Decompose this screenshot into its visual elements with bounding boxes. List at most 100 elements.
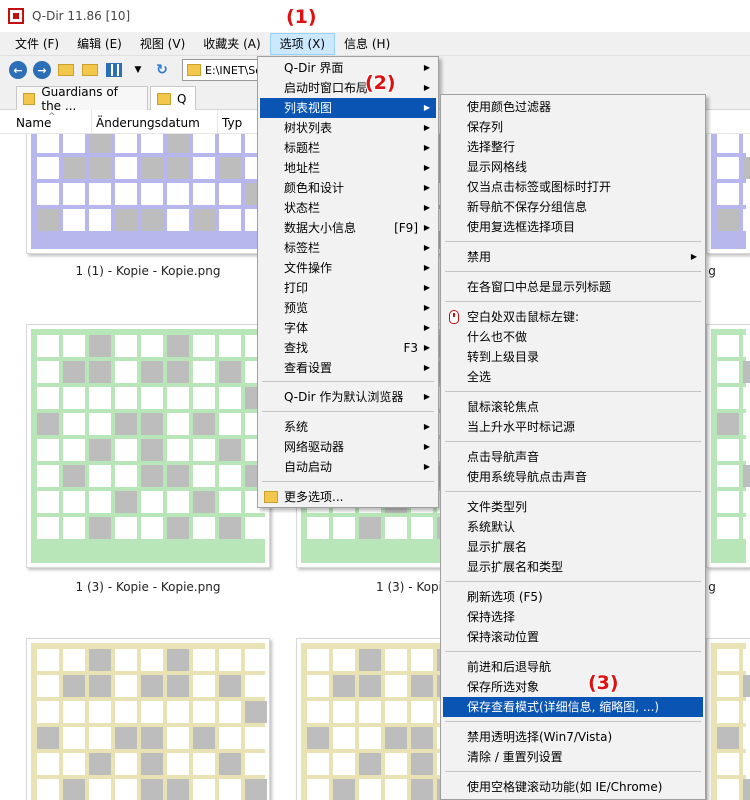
menu-item[interactable]: 鼠标滚轮焦点 bbox=[443, 397, 703, 417]
thumbnail-cell bbox=[193, 183, 215, 205]
menu-item[interactable]: 显示网格线 bbox=[443, 157, 703, 177]
thumbnail-cell bbox=[219, 413, 241, 435]
menu-item[interactable]: 转到上级目录 bbox=[443, 347, 703, 367]
thumbnail-cell bbox=[717, 465, 739, 487]
thumbnail-cell bbox=[193, 157, 215, 179]
thumbnail-cell bbox=[115, 727, 137, 749]
menu-item[interactable]: 查看设置 ▶ bbox=[260, 358, 436, 378]
menu-item[interactable]: 启动时窗口布局 ▶ bbox=[260, 78, 436, 98]
view-mode-button[interactable] bbox=[104, 60, 124, 80]
menu-item[interactable]: 更多选项... bbox=[260, 487, 436, 507]
menu-item[interactable]: 列表视图 ▶ bbox=[260, 98, 436, 118]
new-folder-button[interactable] bbox=[80, 60, 100, 80]
menu-item[interactable]: Q-Dir 作为默认浏览器 ▶ bbox=[260, 387, 436, 407]
menu-item[interactable]: 系统默认 bbox=[443, 517, 703, 537]
menu-item[interactable]: 清除 / 重置列设置 bbox=[443, 747, 703, 767]
thumbnail-cell bbox=[743, 157, 750, 179]
menu-item[interactable]: 保存查看模式(详细信息, 缩略图, ...) bbox=[443, 697, 703, 717]
menu-item[interactable]: Q-Dir 界面 ▶ bbox=[260, 58, 436, 78]
menu-item-label: 使用复选框选择项目 bbox=[467, 220, 576, 234]
menu-item[interactable]: 保持选择 bbox=[443, 607, 703, 627]
menu-item[interactable]: 新导航不保存分组信息 bbox=[443, 197, 703, 217]
thumbnail-cell bbox=[37, 779, 59, 800]
menu-favorites[interactable]: 收藏夹 (A) bbox=[194, 33, 269, 55]
menu-item[interactable]: 仅当点击标签或图标时打开 bbox=[443, 177, 703, 197]
menu-item-label: 空白处双击鼠标左键: bbox=[467, 310, 580, 324]
menu-item[interactable]: 显示扩展名和类型 bbox=[443, 557, 703, 577]
menu-item[interactable]: 颜色和设计 ▶ bbox=[260, 178, 436, 198]
menu-item[interactable]: 使用颜色过滤器 bbox=[443, 97, 703, 117]
menu-item[interactable]: 禁用透明选择(Win7/Vista) bbox=[443, 727, 703, 747]
thumbnail-cell bbox=[717, 439, 739, 461]
folder-up-icon bbox=[58, 64, 74, 76]
view-dropdown-button[interactable]: ▼ bbox=[128, 60, 148, 80]
menu-item[interactable]: 使用复选框选择项目 bbox=[443, 217, 703, 237]
menu-item[interactable]: 地址栏 ▶ bbox=[260, 158, 436, 178]
menu-options[interactable]: 选项 (X) bbox=[269, 32, 336, 55]
menu-item[interactable]: 保持滚动位置 bbox=[443, 627, 703, 647]
menu-item[interactable]: 前进和后退导航 bbox=[443, 657, 703, 677]
column-date[interactable]: Änderungsdatum bbox=[92, 110, 218, 134]
thumbnail-6[interactable] bbox=[706, 324, 750, 568]
menu-item[interactable]: 数据大小信息 [F9] ▶ bbox=[260, 218, 436, 238]
thumbnail-1[interactable] bbox=[26, 134, 270, 254]
menu-item[interactable]: 查找 F3 ▶ bbox=[260, 338, 436, 358]
menu-item[interactable]: 网络驱动器 ▶ bbox=[260, 437, 436, 457]
menu-item[interactable]: 全选 bbox=[443, 367, 703, 387]
tab-q[interactable]: Q bbox=[150, 86, 196, 110]
thumbnail-cell bbox=[63, 675, 85, 697]
refresh-button[interactable]: ↻ bbox=[152, 60, 172, 80]
thumbnail-3[interactable] bbox=[706, 134, 750, 254]
thumbnail-cell bbox=[219, 649, 241, 671]
menu-item-label: 查找 bbox=[284, 341, 309, 355]
menu-item[interactable]: 禁用 ▶ bbox=[443, 247, 703, 267]
menu-item[interactable]: 在各窗口中总是显示列标题 bbox=[443, 277, 703, 297]
menu-item[interactable]: 保存所选对象 bbox=[443, 677, 703, 697]
menu-item[interactable]: 预览 ▶ bbox=[260, 298, 436, 318]
menu-item[interactable]: 显示扩展名 bbox=[443, 537, 703, 557]
thumbnail-cell bbox=[115, 675, 137, 697]
menu-item[interactable]: 什么也不做 bbox=[443, 327, 703, 347]
thumbnail-cell bbox=[63, 517, 85, 539]
menu-edit[interactable]: 编辑 (E) bbox=[68, 33, 131, 55]
menu-info[interactable]: 信息 (H) bbox=[335, 33, 399, 55]
menu-item[interactable]: 自动启动 ▶ bbox=[260, 457, 436, 477]
menu-item[interactable]: 使用系统导航点击声音 bbox=[443, 467, 703, 487]
forward-button[interactable]: → bbox=[32, 60, 52, 80]
thumbnail-cell bbox=[219, 517, 241, 539]
thumbnail-cell bbox=[37, 675, 59, 697]
menu-item[interactable]: 状态栏 ▶ bbox=[260, 198, 436, 218]
menu-item[interactable]: 文件操作 ▶ bbox=[260, 258, 436, 278]
menu-item[interactable]: 标签栏 ▶ bbox=[260, 238, 436, 258]
menu-view[interactable]: 视图 (V) bbox=[131, 33, 194, 55]
menu-item[interactable]: 点击导航声音 bbox=[443, 447, 703, 467]
thumbnail-cell bbox=[359, 701, 381, 723]
menu-item[interactable]: 字体 ▶ bbox=[260, 318, 436, 338]
thumbnail-4[interactable] bbox=[26, 324, 270, 568]
thumbnail-8[interactable] bbox=[296, 638, 459, 800]
thumbnail-cell bbox=[219, 335, 241, 357]
thumbnail-cell bbox=[717, 753, 739, 775]
back-button[interactable]: ← bbox=[8, 60, 28, 80]
menu-item[interactable]: 空白处双击鼠标左键: bbox=[443, 307, 703, 327]
menu-item[interactable]: 树状列表 ▶ bbox=[260, 118, 436, 138]
menu-item[interactable]: 当上升水平时标记源 bbox=[443, 417, 703, 437]
menu-item[interactable]: 文件类型列 bbox=[443, 497, 703, 517]
menu-item[interactable]: 打印 ▶ bbox=[260, 278, 436, 298]
tab-guardians[interactable]: Guardians of the ... bbox=[16, 85, 148, 113]
menu-item[interactable]: 刷新选项 (F5) bbox=[443, 587, 703, 607]
submenu-arrow-icon: ▶ bbox=[423, 183, 430, 192]
menu-item-label: 查看设置 bbox=[284, 361, 333, 375]
up-folder-button[interactable] bbox=[56, 60, 76, 80]
menu-item[interactable]: 选择整行 bbox=[443, 137, 703, 157]
menu-file[interactable]: 文件 (F) bbox=[6, 33, 68, 55]
thumbnail-7[interactable] bbox=[26, 638, 270, 800]
menu-item[interactable]: 使用空格键滚动功能(如 IE/Chrome) bbox=[443, 777, 703, 797]
thumbnail-cell bbox=[193, 209, 215, 231]
menu-item[interactable]: 系统 ▶ bbox=[260, 417, 436, 437]
menu-item[interactable]: 保存列 bbox=[443, 117, 703, 137]
column-name[interactable]: ^ Name bbox=[12, 110, 92, 134]
thumbnail-9[interactable] bbox=[706, 638, 750, 800]
thumbnail-cell bbox=[717, 209, 739, 231]
menu-item[interactable]: 标题栏 ▶ bbox=[260, 138, 436, 158]
